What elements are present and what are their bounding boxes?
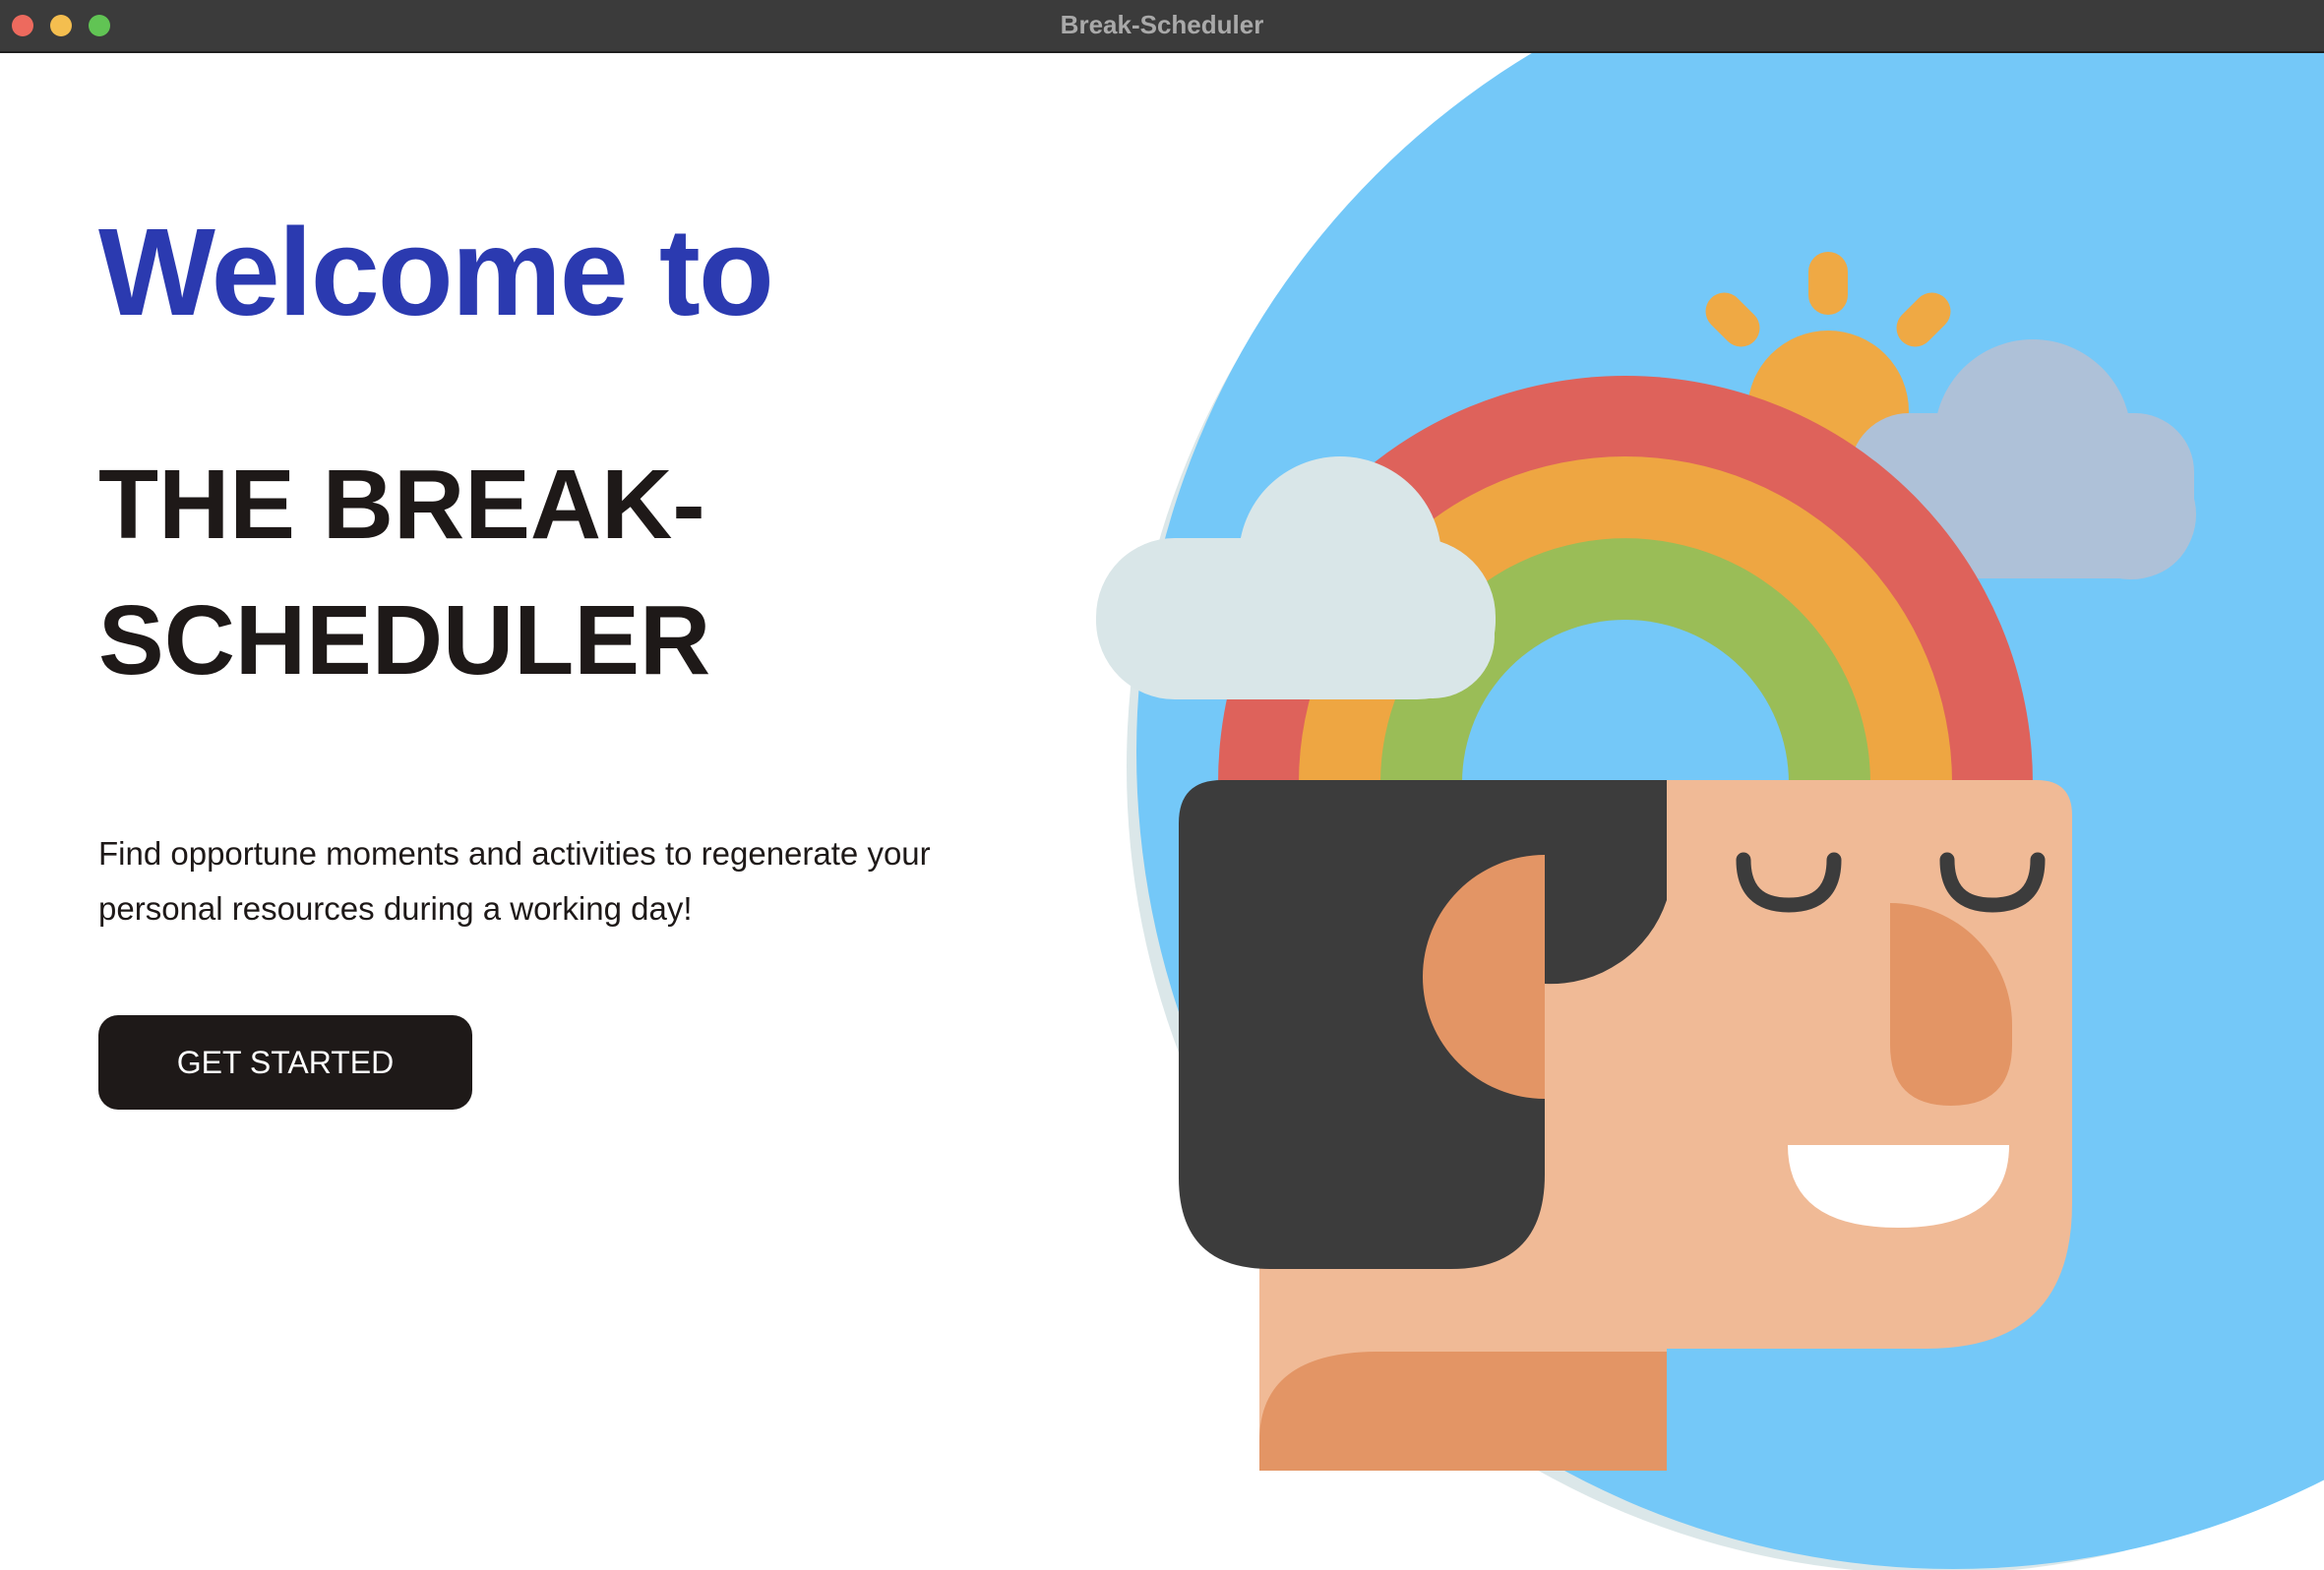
welcome-heading: Welcome to (98, 203, 774, 341)
app-window: Break-Scheduler Welcome to THE BREAK-SCH… (0, 0, 2324, 1570)
tagline: Find opportune moments and activities to… (98, 835, 931, 927)
window-title: Break-Scheduler (1060, 10, 1264, 39)
sun-ray-top (1808, 252, 1848, 315)
app-name-heading: THE BREAK-SCHEDULER (98, 450, 711, 695)
get-started-button[interactable]: GET STARTED (98, 1015, 472, 1110)
title-bar[interactable]: Break-Scheduler (0, 0, 2324, 53)
welcome-screen: Welcome to THE BREAK-SCHEDULER Find oppo… (0, 53, 2324, 1570)
shoulder (1259, 1352, 1667, 1471)
